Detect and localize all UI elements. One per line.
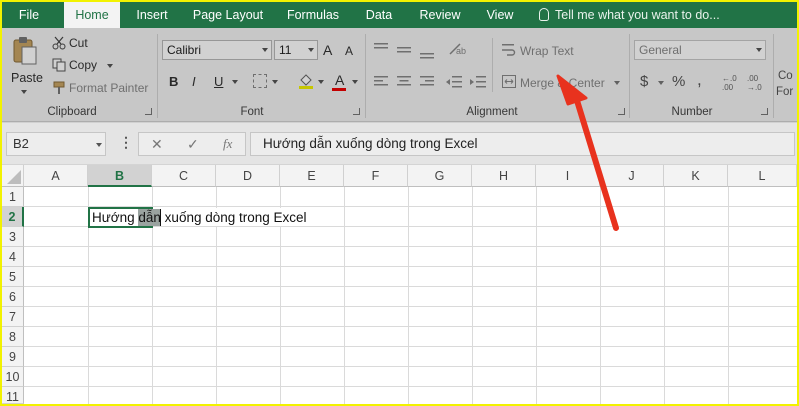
red-annotation-arrow [556,74,619,231]
excel-window: File Home Insert Page Layout Formulas Da… [2,2,797,404]
